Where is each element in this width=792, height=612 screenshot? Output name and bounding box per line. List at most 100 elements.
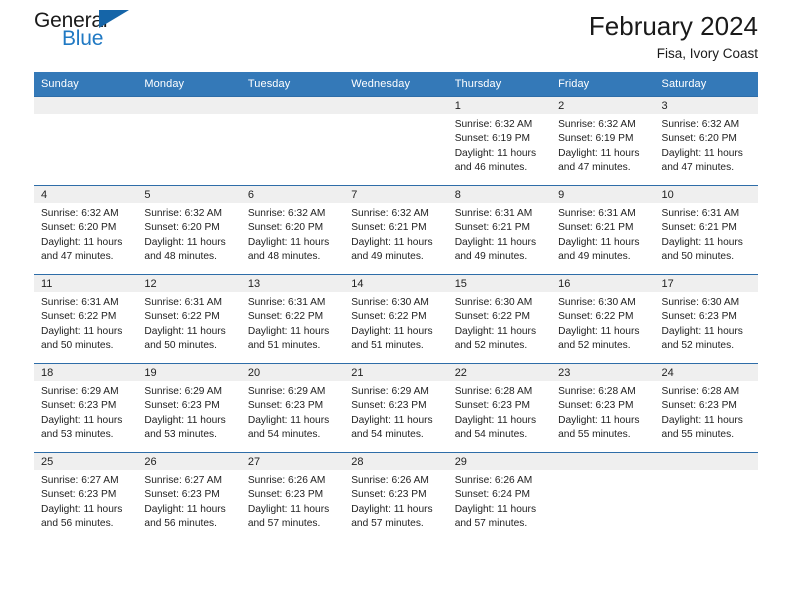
daylight-text-line2: and 50 minutes. <box>41 340 114 352</box>
sunset-text: Sunset: 6:22 PM <box>144 311 220 323</box>
calendar-day-cell[interactable]: 26 Sunrise: 6:27 AM Sunset: 6:23 PM Dayligh… <box>137 452 241 542</box>
sunrise-text: Sunrise: 6:31 AM <box>558 208 636 219</box>
location-subtitle: Fisa, Ivory Coast <box>656 46 758 61</box>
day-number: 26 <box>137 453 241 470</box>
calendar-day-cell-empty <box>654 452 758 542</box>
calendar-day-cell[interactable]: 3 Sunrise: 6:32 AM Sunset: 6:20 PM Daylight… <box>654 96 758 186</box>
daylight-text-line1: Daylight: 11 hours <box>247 503 330 515</box>
day-number: 8 <box>447 186 552 203</box>
sunset-text: Sunset: 6:22 PM <box>41 311 117 323</box>
calendar-day-cell[interactable]: 1 Sunrise: 6:32 AM Sunset: 6:19 PM Daylight… <box>447 96 552 186</box>
daylight-text-line1: Daylight: 11 hours <box>247 325 330 337</box>
sunset-text: Sunset: 6:24 PM <box>454 489 531 501</box>
daylight-text-line2: and 55 minutes. <box>661 429 735 441</box>
calendar-day-cell[interactable]: 14 Sunrise: 6:30 AM Sunset: 6:22 PM Dayligh… <box>344 274 448 364</box>
daylight-text-line2: and 56 minutes. <box>41 518 114 530</box>
calendar-day-cell[interactable]: 27 Sunrise: 6:26 AM Sunset: 6:23 PM Dayligh… <box>240 452 345 542</box>
daylight-text-line2: and 54 minutes. <box>247 429 321 441</box>
sunrise-text: Sunrise: 6:29 AM <box>144 386 223 397</box>
calendar-day-cell[interactable]: 4 Sunrise: 6:32 AM Sunset: 6:20 PM Daylight… <box>34 185 138 275</box>
calendar-day-cell[interactable]: 23 Sunrise: 6:28 AM Sunset: 6:23 PM Dayligh… <box>551 363 655 453</box>
daylight-text-line2: and 47 minutes. <box>661 162 735 174</box>
calendar-week-row: 1 Sunrise: 6:32 AM Sunset: 6:19 PM Daylight… <box>34 96 758 186</box>
daylight-text-line1: Daylight: 11 hours <box>454 325 537 337</box>
day-number: 6 <box>240 186 345 203</box>
page-title: February 2024 <box>588 11 758 41</box>
daylight-text-line1: Daylight: 11 hours <box>661 147 743 159</box>
daylight-text-line1: Daylight: 11 hours <box>351 414 433 426</box>
calendar-week-row: 4 Sunrise: 6:32 AM Sunset: 6:20 PM Daylight… <box>34 185 758 275</box>
sunrise-text: Sunrise: 6:28 AM <box>454 386 533 397</box>
daylight-text-line1: Daylight: 11 hours <box>454 503 537 515</box>
title-block: February 2024 Fisa, Ivory Coast <box>589 8 758 64</box>
calendar-day-cell[interactable]: 21 Sunrise: 6:29 AM Sunset: 6:23 PM Dayligh… <box>344 363 448 453</box>
calendar-day-cell[interactable]: 7 Sunrise: 6:32 AM Sunset: 6:21 PM Daylight… <box>344 185 448 275</box>
calendar-day-cell[interactable]: 9 Sunrise: 6:31 AM Sunset: 6:21 PM Daylight… <box>551 185 655 275</box>
page-header: General Blue February 2024 Fisa, Ivory C… <box>34 0 758 72</box>
calendar-day-cell[interactable]: 22 Sunrise: 6:28 AM Sunset: 6:23 PM Dayligh… <box>447 363 552 453</box>
calendar-day-cell[interactable]: 13 Sunrise: 6:31 AM Sunset: 6:22 PM Dayligh… <box>240 274 345 364</box>
calendar-day-cell[interactable]: 17 Sunrise: 6:30 AM Sunset: 6:23 PM Dayligh… <box>654 274 758 364</box>
sunrise-text: Sunrise: 6:32 AM <box>144 208 223 219</box>
calendar-day-cell[interactable]: 11 Sunrise: 6:31 AM Sunset: 6:22 PM Dayligh… <box>34 274 138 364</box>
calendar-day-cell[interactable]: 25 Sunrise: 6:27 AM Sunset: 6:23 PM Dayligh… <box>34 452 138 542</box>
general-blue-logo: General Blue <box>34 8 154 56</box>
calendar-day-cell[interactable]: 24 Sunrise: 6:28 AM Sunset: 6:23 PM Dayligh… <box>654 363 758 453</box>
sunset-text: Sunset: 6:22 PM <box>454 311 531 323</box>
calendar-day-cell[interactable]: 5 Sunrise: 6:32 AM Sunset: 6:20 PM Daylight… <box>137 185 241 275</box>
daylight-text-line2: and 55 minutes. <box>558 429 631 441</box>
sunset-text: Sunset: 6:20 PM <box>247 222 324 234</box>
sunrise-text: Sunrise: 6:28 AM <box>558 386 636 397</box>
day-number: 13 <box>240 275 345 292</box>
day-details: Sunrise: 6:32 AM Sunset: 6:20 PM Daylight:… <box>241 203 344 265</box>
daylight-text-line1: Daylight: 11 hours <box>144 236 226 248</box>
day-number <box>344 97 448 114</box>
calendar-day-cell[interactable]: 29 Sunrise: 6:26 AM Sunset: 6:24 PM Dayligh… <box>447 452 552 542</box>
calendar-day-cell[interactable]: 6 Sunrise: 6:32 AM Sunset: 6:20 PM Daylight… <box>240 185 345 275</box>
calendar-day-cell[interactable]: 19 Sunrise: 6:29 AM Sunset: 6:23 PM Dayligh… <box>137 363 241 453</box>
daylight-text-line2: and 46 minutes. <box>454 162 528 174</box>
sunset-text: Sunset: 6:21 PM <box>351 222 427 234</box>
calendar-day-cell[interactable]: 12 Sunrise: 6:31 AM Sunset: 6:22 PM Dayligh… <box>137 274 241 364</box>
day-number: 10 <box>654 186 758 203</box>
daylight-text-line2: and 54 minutes. <box>351 429 424 441</box>
daylight-text-line1: Daylight: 11 hours <box>454 414 537 426</box>
daylight-text-line2: and 48 minutes. <box>144 251 217 263</box>
calendar-week-row: 18 Sunrise: 6:29 AM Sunset: 6:23 PM Dayligh… <box>34 363 758 453</box>
day-number: 28 <box>344 453 448 470</box>
day-number: 9 <box>551 186 655 203</box>
calendar-day-cell[interactable]: 2 Sunrise: 6:32 AM Sunset: 6:19 PM Daylight… <box>551 96 655 186</box>
day-number: 7 <box>344 186 448 203</box>
calendar-day-cell-empty <box>34 96 138 186</box>
sunset-text: Sunset: 6:22 PM <box>247 311 324 323</box>
daylight-text-line1: Daylight: 11 hours <box>661 325 743 337</box>
day-details: Sunrise: 6:28 AM Sunset: 6:23 PM Daylight:… <box>655 381 758 443</box>
daylight-text-line1: Daylight: 11 hours <box>41 325 123 337</box>
calendar-day-cell[interactable]: 20 Sunrise: 6:29 AM Sunset: 6:23 PM Dayligh… <box>240 363 345 453</box>
day-number: 5 <box>137 186 241 203</box>
sunset-text: Sunset: 6:23 PM <box>661 400 737 412</box>
calendar-week-row: 25 Sunrise: 6:27 AM Sunset: 6:23 PM Dayligh… <box>34 452 758 542</box>
day-details: Sunrise: 6:26 AM Sunset: 6:24 PM Daylight:… <box>448 470 551 532</box>
calendar-day-cell[interactable]: 28 Sunrise: 6:26 AM Sunset: 6:23 PM Dayligh… <box>344 452 448 542</box>
day-details: Sunrise: 6:30 AM Sunset: 6:23 PM Daylight:… <box>655 292 758 354</box>
calendar-day-cell[interactable]: 18 Sunrise: 6:29 AM Sunset: 6:23 PM Dayligh… <box>34 363 138 453</box>
day-details: Sunrise: 6:31 AM Sunset: 6:21 PM Daylight:… <box>551 203 654 265</box>
calendar-day-cell-empty <box>137 96 241 186</box>
daylight-text-line2: and 51 minutes. <box>351 340 424 352</box>
sunrise-text: Sunrise: 6:30 AM <box>661 297 740 308</box>
sunset-text: Sunset: 6:23 PM <box>454 400 531 412</box>
day-number <box>137 97 241 114</box>
day-details: Sunrise: 6:29 AM Sunset: 6:23 PM Daylight:… <box>344 381 447 443</box>
day-number: 11 <box>34 275 138 292</box>
weekday-header-wednesday: Wednesday <box>344 72 448 97</box>
weekday-header-row: Sunday Monday Tuesday Wednesday Thursday… <box>34 72 758 97</box>
calendar-day-cell[interactable]: 16 Sunrise: 6:30 AM Sunset: 6:22 PM Dayligh… <box>551 274 655 364</box>
sunset-text: Sunset: 6:23 PM <box>144 400 220 412</box>
calendar-day-cell[interactable]: 8 Sunrise: 6:31 AM Sunset: 6:21 PM Daylight… <box>447 185 552 275</box>
day-number: 25 <box>34 453 138 470</box>
calendar-day-cell[interactable]: 10 Sunrise: 6:31 AM Sunset: 6:21 PM Dayligh… <box>654 185 758 275</box>
daylight-text-line2: and 57 minutes. <box>247 518 321 530</box>
calendar-day-cell[interactable]: 15 Sunrise: 6:30 AM Sunset: 6:22 PM Dayligh… <box>447 274 552 364</box>
daylight-text-line1: Daylight: 11 hours <box>661 414 743 426</box>
